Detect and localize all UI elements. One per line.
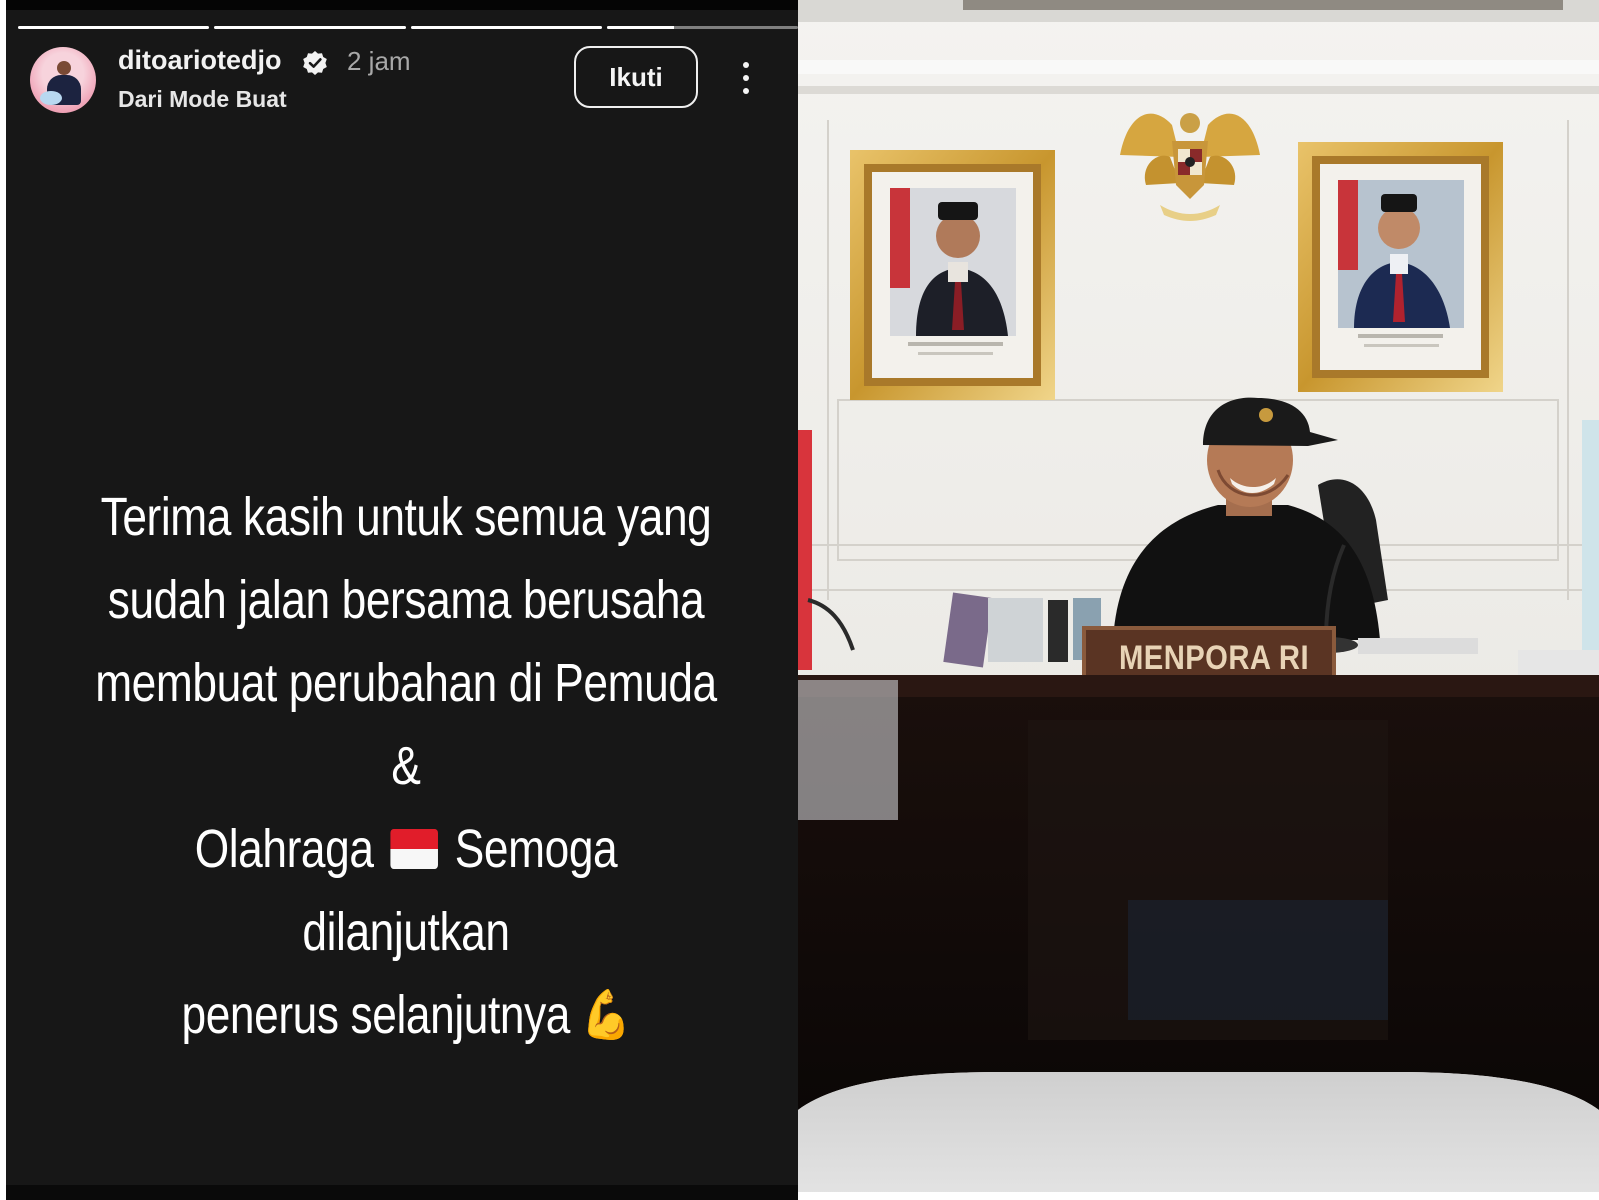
bottom-strip bbox=[6, 1185, 798, 1200]
caption-line: membuat perubahan di Pemuda & bbox=[95, 653, 717, 796]
caption-text: penerus selanjutnya bbox=[181, 985, 571, 1045]
nameplate-text: MENPORA RI bbox=[1118, 638, 1310, 677]
caption-line: penerus selanjutnya 💪 bbox=[94, 974, 717, 1057]
progress-segment bbox=[18, 26, 210, 29]
story-viewer[interactable]: ditoariotedjo 2 jam Dari Mode Buat Ikuti… bbox=[6, 0, 798, 1200]
story-progress-bar bbox=[18, 26, 798, 29]
verified-icon bbox=[303, 51, 327, 75]
caption-line: sudah jalan bersama berusaha bbox=[107, 570, 705, 630]
follow-button[interactable]: Ikuti bbox=[574, 46, 698, 108]
avatar[interactable] bbox=[30, 47, 96, 113]
office-photo: MENPORA RI bbox=[798, 0, 1599, 1200]
progress-segment bbox=[606, 26, 798, 29]
caption-line: Olahraga Semoga dilanjutkan bbox=[94, 808, 717, 974]
top-strip bbox=[6, 0, 798, 10]
photo-illustration bbox=[798, 0, 1599, 1200]
more-options-icon[interactable] bbox=[732, 58, 760, 98]
caption-line: Terima kasih untuk semua yang bbox=[100, 487, 712, 547]
progress-segment bbox=[410, 26, 602, 29]
post-time: 2 jam bbox=[347, 46, 411, 76]
progress-segment bbox=[214, 26, 406, 29]
username[interactable]: ditoariotedjo bbox=[118, 45, 282, 76]
flexed-biceps-icon: 💪 bbox=[581, 989, 631, 1042]
caption-text: Olahraga bbox=[194, 819, 374, 879]
story-source-label: Dari Mode Buat bbox=[118, 86, 287, 112]
indonesia-flag-icon bbox=[390, 829, 438, 869]
story-caption: Terima kasih untuk semua yang sudah jala… bbox=[94, 476, 717, 1057]
